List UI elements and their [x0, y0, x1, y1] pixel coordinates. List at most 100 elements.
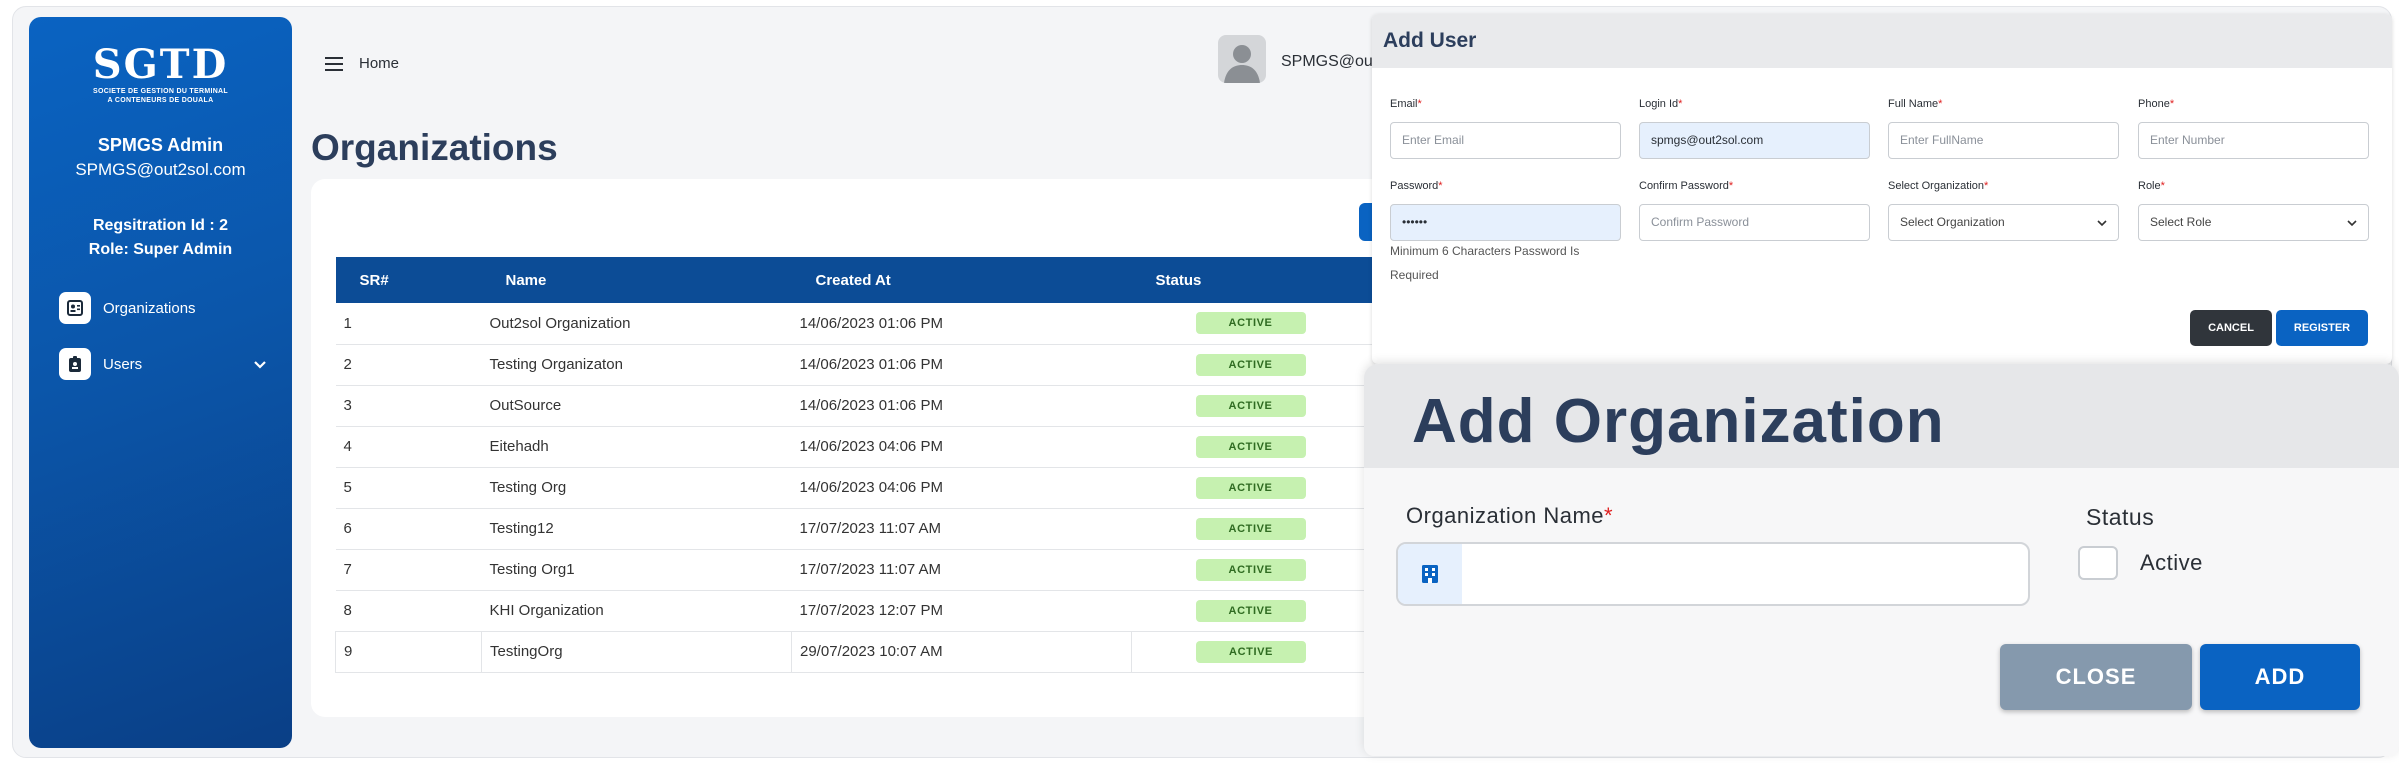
active-label: Active — [2140, 550, 2203, 575]
organizations-table: SR# Name Created At Status 1 Out2sol Orga… — [335, 257, 1395, 673]
cell-status: ACTIVE — [1131, 549, 1395, 591]
registration-id: Regsitration Id : 2 — [92, 217, 229, 234]
logo-tagline-2: A CONTENEURS DE DOUALA — [107, 97, 214, 104]
chevron-down-icon — [2097, 220, 2107, 227]
confirm-password-label: Confirm Password* — [1639, 180, 1734, 192]
logo-text: SGTD — [92, 41, 229, 88]
add-organization-modal: Add Organization Organization Name* Stat… — [1364, 364, 2399, 756]
cell-sr: 5 — [335, 467, 482, 509]
role-field-group: Role* Select Role — [2138, 180, 2369, 241]
table-row[interactable]: 4 Eitehadh 14/06/2023 04:06 PM ACTIVE — [335, 426, 1395, 468]
cell-created: 14/06/2023 04:06 PM — [791, 426, 1132, 468]
cell-status: ACTIVE — [1131, 630, 1395, 673]
user-name: SPMGS Admin — [97, 135, 224, 155]
cell-status: ACTIVE — [1131, 344, 1395, 386]
cell-created: 14/06/2023 01:06 PM — [791, 303, 1132, 345]
cell-status: ACTIVE — [1131, 426, 1395, 468]
cell-name: Testing Org — [481, 467, 792, 509]
cell-sr: 4 — [335, 426, 482, 468]
cell-created: 29/07/2023 10:07 AM — [791, 630, 1132, 673]
close-button[interactable]: CLOSE — [2000, 644, 2192, 710]
cell-sr: 7 — [335, 549, 482, 591]
cell-name: Testing Org1 — [481, 549, 792, 591]
column-header-status: Status — [1131, 257, 1395, 303]
add-organization-title: Add Organization — [1364, 364, 2399, 468]
full-name-label: Full Name* — [1888, 98, 1943, 110]
cell-sr: 1 — [335, 303, 482, 345]
cell-created: 17/07/2023 11:07 AM — [791, 508, 1132, 550]
full-name-input[interactable]: Enter FullName — [1888, 122, 2119, 159]
add-user-title: Add User — [1372, 14, 2392, 68]
table-row[interactable]: 5 Testing Org 14/06/2023 04:06 PM ACTIVE — [335, 467, 1395, 509]
cell-name: Eitehadh — [481, 426, 792, 468]
avatar[interactable] — [1218, 35, 1266, 83]
table-row[interactable]: 2 Testing Organizaton 14/06/2023 01:06 PM A… — [335, 344, 1395, 386]
sidebar: SGTD SOCIETE DE GESTION DU TERMINAL A CO… — [29, 17, 292, 748]
user-silhouette-icon — [1224, 45, 1260, 83]
organization-select[interactable]: Select Organization — [1888, 204, 2119, 241]
sidebar-item-users[interactable]: Users — [59, 347, 269, 381]
breadcrumb-home[interactable]: Home — [359, 55, 399, 72]
cell-name: Out2sol Organization — [481, 303, 792, 345]
cell-name: KHI Organization — [481, 590, 792, 632]
role-select[interactable]: Select Role — [2138, 204, 2369, 241]
full-name-field-group: Full Name* Enter FullName — [1888, 98, 2119, 159]
login-id-field-group: Login Id* spmgs@out2sol.com — [1639, 98, 1870, 159]
phone-input[interactable]: Enter Number — [2138, 122, 2369, 159]
table-row[interactable]: 3 OutSource 14/06/2023 01:06 PM ACTIVE — [335, 385, 1395, 427]
active-checkbox[interactable] — [2078, 546, 2118, 580]
cell-created: 14/06/2023 01:06 PM — [791, 385, 1132, 427]
table-row[interactable]: 6 Testing12 17/07/2023 11:07 AM ACTIVE — [335, 508, 1395, 550]
role-select-value: Select Role — [2150, 215, 2212, 229]
table-row[interactable]: 8 KHI Organization 17/07/2023 12:07 PM ACTI… — [335, 590, 1395, 632]
password-label: Password* — [1390, 180, 1443, 192]
cell-status: ACTIVE — [1131, 303, 1395, 345]
login-id-input[interactable]: spmgs@out2sol.com — [1639, 122, 1870, 159]
role-label: Role* — [2138, 180, 2165, 192]
email-input[interactable]: Enter Email — [1390, 122, 1621, 159]
organization-name-label: Organization Name* — [1406, 503, 1614, 528]
table-row[interactable]: 1 Out2sol Organization 14/06/2023 01:06 PM… — [335, 303, 1395, 345]
organization-name-input[interactable] — [1396, 542, 2030, 606]
email-label: Email* — [1390, 98, 1422, 110]
organization-label: Select Organization* — [1888, 180, 1989, 192]
cell-status: ACTIVE — [1131, 385, 1395, 427]
cell-sr: 3 — [335, 385, 482, 427]
add-button[interactable]: ADD — [2200, 644, 2360, 710]
login-id-label: Login Id* — [1639, 98, 1683, 110]
column-header-created-at: Created At — [791, 257, 1132, 303]
register-button[interactable]: REGISTER — [2276, 310, 2368, 346]
cell-status: ACTIVE — [1131, 508, 1395, 550]
building-icon — [1398, 544, 1462, 604]
sidebar-item-label: Organizations — [103, 299, 196, 317]
status-badge: ACTIVE — [1195, 435, 1306, 458]
chevron-down-icon[interactable] — [251, 355, 269, 373]
logo-tagline-1: SOCIETE DE GESTION DU TERMINAL — [92, 88, 228, 95]
confirm-password-input[interactable]: Confirm Password — [1639, 204, 1870, 241]
password-input[interactable]: •••••• — [1390, 204, 1621, 241]
status-label: Status — [2086, 504, 2155, 530]
page-title: Organizations — [311, 127, 558, 168]
hamburger-menu-icon[interactable] — [325, 56, 345, 72]
table-row[interactable]: 9 TestingOrg 29/07/2023 10:07 AM ACTIVE — [335, 630, 1395, 673]
status-badge: ACTIVE — [1196, 640, 1306, 663]
status-badge: ACTIVE — [1195, 599, 1306, 622]
cell-sr: 2 — [335, 344, 482, 386]
sidebar-item-organizations[interactable]: Organizations — [59, 291, 269, 325]
cell-name: Testing Organizaton — [481, 344, 792, 386]
top-user-email[interactable]: SPMGS@ou — [1281, 53, 1373, 71]
organization-select-value: Select Organization — [1900, 215, 2005, 229]
status-badge: ACTIVE — [1195, 558, 1306, 581]
table-header-row: SR# Name Created At Status — [335, 257, 1395, 303]
user-role: Role: Super Admin — [88, 241, 233, 258]
cell-created: 17/07/2023 12:07 PM — [791, 590, 1132, 632]
table-row[interactable]: 7 Testing Org1 17/07/2023 11:07 AM ACTIVE — [335, 549, 1395, 591]
add-user-modal: Add User Email* Enter Email Login Id* sp… — [1372, 14, 2392, 364]
cancel-button[interactable]: CANCEL — [2190, 310, 2272, 346]
status-badge: ACTIVE — [1195, 353, 1306, 376]
sidebar-item-label: Users — [103, 355, 143, 373]
cell-status: ACTIVE — [1131, 590, 1395, 632]
cell-name: Testing12 — [481, 508, 792, 550]
status-badge: ACTIVE — [1195, 517, 1306, 540]
breadcrumb: Home — [325, 55, 399, 72]
